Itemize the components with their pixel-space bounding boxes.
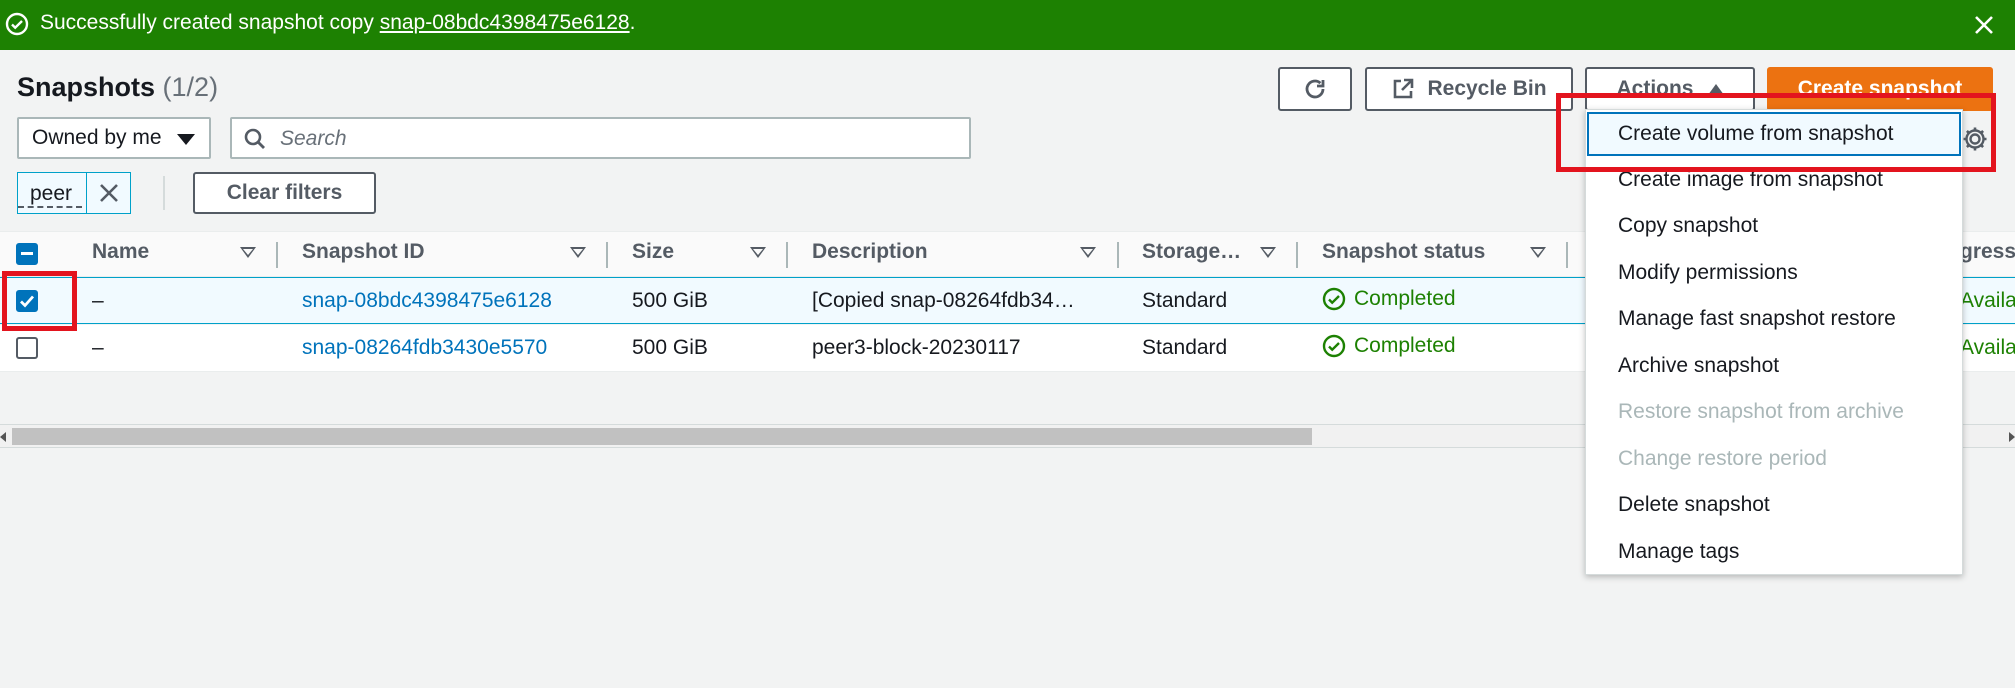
cell-description: peer3-block-20230117 (812, 336, 1021, 359)
menu-item-modify-permissions[interactable]: Modify permissions (1586, 251, 1962, 295)
column-header-size[interactable]: Size (632, 240, 674, 264)
create-snapshot-label: Create snapshot (1797, 77, 1963, 100)
menu-item-delete-snapshot[interactable]: Delete snapshot (1586, 483, 1962, 527)
select-all-checkbox[interactable] (16, 243, 38, 265)
recycle-bin-button[interactable]: Recycle Bin (1365, 67, 1573, 111)
create-snapshot-button[interactable]: Create snapshot (1767, 67, 1993, 111)
divider (163, 176, 165, 210)
cell-snapshot-id-link[interactable]: snap-08bdc4398475e6128 (302, 289, 552, 313)
sort-icon[interactable] (1530, 247, 1546, 258)
close-icon[interactable] (1971, 12, 1997, 38)
clear-filters-button[interactable]: Clear filters (193, 172, 376, 214)
owner-filter-select[interactable]: Owned by me (17, 117, 211, 159)
sort-icon[interactable] (750, 247, 766, 258)
refresh-icon (1305, 79, 1325, 99)
column-header-storage[interactable]: Storage… (1142, 240, 1241, 264)
cell-size: 500 GiB (632, 336, 708, 359)
scrollbar-thumb[interactable] (12, 428, 1312, 445)
menu-item-restore-from-archive: Restore snapshot from archive (1618, 400, 1904, 423)
page-title: Snapshots (1/2) (17, 72, 218, 103)
menu-item-copy-snapshot[interactable]: Copy snapshot (1586, 204, 1962, 248)
close-icon (99, 184, 118, 202)
flash-suffix: . (629, 11, 636, 34)
column-resizer[interactable] (276, 242, 278, 268)
sort-icon[interactable] (1080, 247, 1096, 258)
column-resizer[interactable] (1117, 242, 1119, 268)
column-resizer[interactable] (786, 242, 788, 268)
flash-banner: Successfully created snapshot copy snap-… (0, 0, 2015, 50)
flash-snapshot-link[interactable]: snap-08bdc4398475e6128 (380, 11, 630, 34)
scroll-left-icon[interactable] (0, 432, 6, 442)
cell-name: – (92, 289, 104, 312)
cell-size: 500 GiB (632, 289, 708, 312)
gear-icon[interactable] (1961, 125, 1989, 153)
caret-up-icon (1707, 84, 1724, 95)
cell-storage: Standard (1142, 289, 1228, 312)
cell-storage: Standard (1142, 336, 1228, 359)
search-icon (244, 128, 265, 149)
flash-text: Successfully created snapshot copy (40, 11, 380, 34)
menu-item-create-image[interactable]: Create image from snapshot (1586, 158, 1962, 202)
column-header-snapshot-id[interactable]: Snapshot ID (302, 240, 425, 264)
cell-availability: Availab (1960, 289, 2015, 312)
caret-down-icon (177, 134, 195, 145)
actions-menu: Create volume from snapshot Create image… (1585, 109, 1963, 575)
column-header-progress[interactable]: gress (1960, 240, 2015, 264)
menu-item-archive-snapshot[interactable]: Archive snapshot (1586, 344, 1962, 388)
sort-icon[interactable] (570, 247, 586, 258)
actions-button[interactable]: Actions (1585, 67, 1755, 111)
check-circle-icon (1322, 287, 1346, 311)
column-resizer[interactable] (1566, 242, 1568, 268)
actions-label: Actions (1616, 77, 1694, 100)
flash-message: Successfully created snapshot copy snap-… (40, 11, 635, 35)
cell-snapshot-id-link[interactable]: snap-08264fdb3430e5570 (302, 336, 547, 360)
menu-item-manage-fast-restore[interactable]: Manage fast snapshot restore (1586, 297, 1962, 341)
scroll-right-icon[interactable] (2009, 432, 2015, 442)
sort-icon[interactable] (1260, 247, 1276, 258)
menu-item-change-restore-period: Change restore period (1618, 447, 1827, 470)
owner-filter-value: Owned by me (32, 126, 162, 149)
search-field[interactable] (230, 117, 971, 159)
check-circle-icon (5, 12, 29, 36)
menu-item-manage-tags[interactable]: Manage tags (1586, 530, 1962, 574)
cell-name: – (92, 336, 104, 359)
cell-status: Completed (1322, 287, 1456, 311)
recycle-bin-label: Recycle Bin (1427, 77, 1547, 100)
sort-icon[interactable] (240, 247, 256, 258)
filter-token: peer (17, 172, 131, 214)
row-checkbox[interactable] (16, 290, 38, 312)
check-icon (20, 295, 35, 308)
title-text: Snapshots (17, 72, 156, 102)
filter-token-label: peer (18, 182, 83, 208)
column-header-name[interactable]: Name (92, 240, 149, 264)
cell-availability: Availab (1960, 336, 2015, 359)
check-circle-icon (1322, 334, 1346, 358)
clear-filters-label: Clear filters (226, 181, 343, 204)
external-link-icon (1394, 78, 1414, 99)
column-resizer[interactable] (1296, 242, 1298, 268)
column-header-snapshot-status[interactable]: Snapshot status (1322, 240, 1485, 264)
row-checkbox[interactable] (16, 337, 38, 359)
cell-status: Completed (1322, 334, 1456, 358)
status-text: Completed (1354, 287, 1456, 310)
menu-item-create-volume[interactable]: Create volume from snapshot (1587, 112, 1961, 156)
search-input[interactable] (280, 125, 960, 153)
status-text: Completed (1354, 334, 1456, 357)
column-resizer[interactable] (606, 242, 608, 268)
column-header-description[interactable]: Description (812, 240, 928, 264)
refresh-button[interactable] (1278, 67, 1352, 111)
cell-description: [Copied snap-08264fdb34… (812, 289, 1075, 312)
remove-filter-button[interactable] (86, 173, 130, 213)
selection-count: (1/2) (162, 72, 219, 102)
